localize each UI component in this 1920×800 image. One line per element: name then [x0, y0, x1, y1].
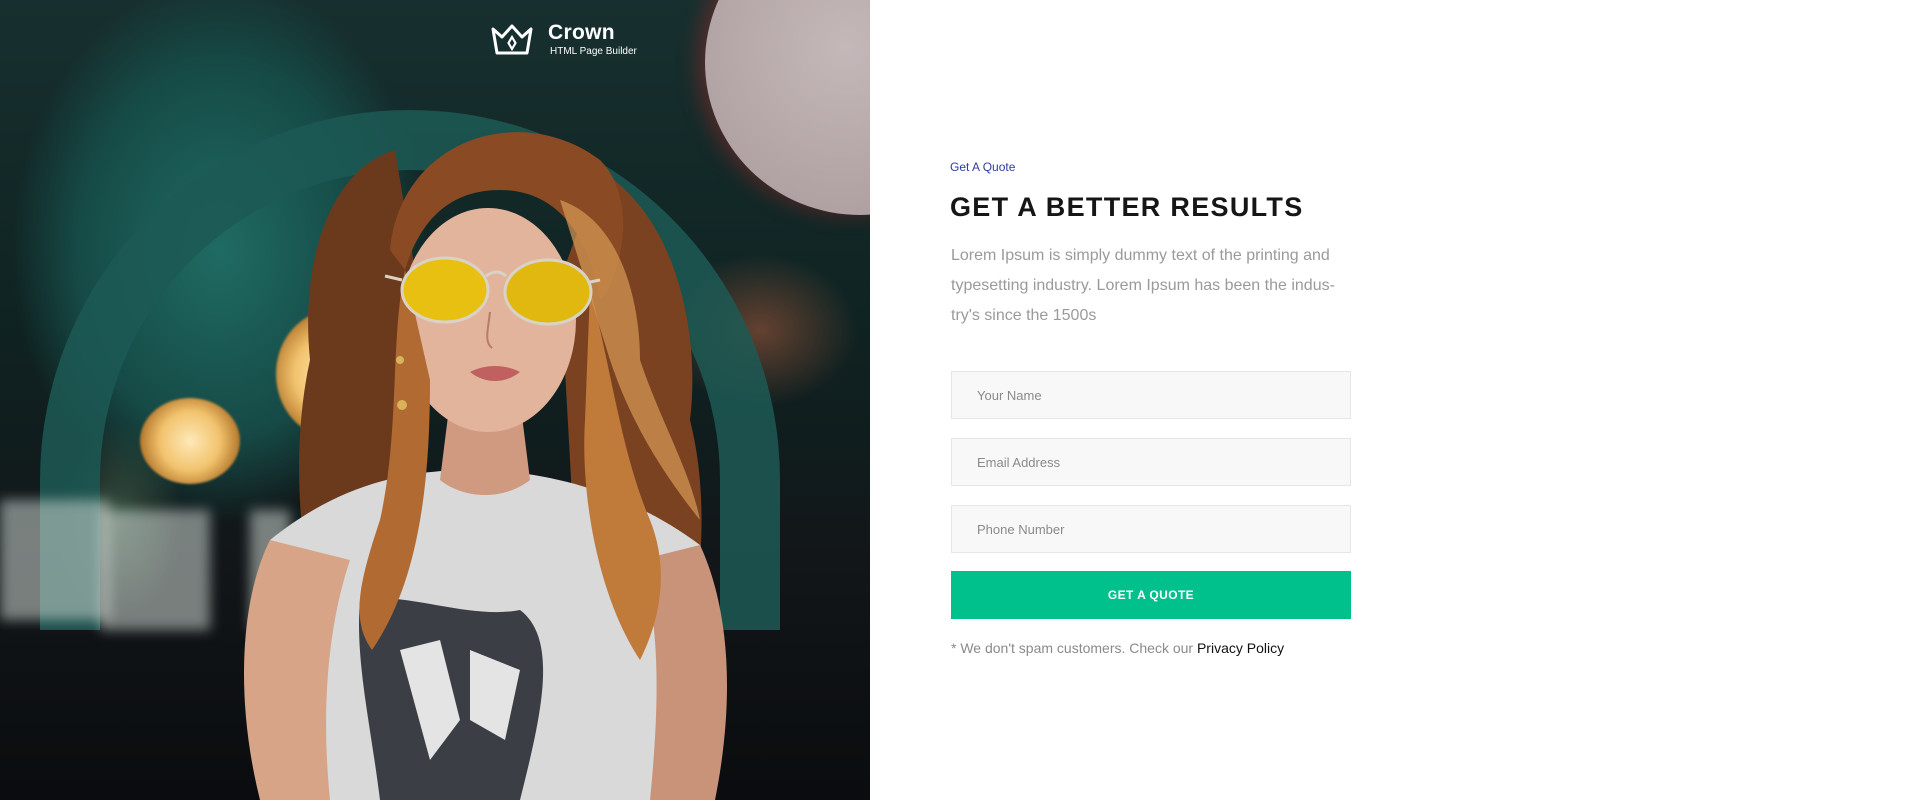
- crown-icon: [491, 24, 533, 55]
- hero-photo: Crown HTML Page Builder: [0, 0, 870, 800]
- privacy-policy-link[interactable]: Privacy Policy: [1197, 640, 1284, 656]
- spam-note: * We don't spam customers. Check our Pri…: [950, 640, 1350, 656]
- section-title: GET A BETTER RESULTS: [950, 192, 1304, 222]
- get-quote-button[interactable]: GET A QUOTE: [951, 571, 1351, 619]
- spam-note-text: * We don't spam customers. Check our: [951, 640, 1197, 656]
- quote-page: Crown HTML Page Builder Get A Quote GET …: [0, 0, 1920, 800]
- quote-section: Get A Quote GET A BETTER RESULTS Lorem I…: [950, 160, 1351, 656]
- quote-form: GET A QUOTE: [950, 371, 1351, 619]
- section-description: Lorem Ipsum is simply dummy text of the …: [951, 247, 1335, 324]
- section-eyebrow: Get A Quote: [950, 160, 1016, 174]
- phone-field[interactable]: [951, 505, 1351, 553]
- name-field[interactable]: [951, 371, 1351, 419]
- brand-tagline: HTML Page Builder: [550, 46, 637, 57]
- brand-logo[interactable]: Crown HTML Page Builder: [490, 22, 637, 58]
- woman-figure-illustration: [243, 132, 727, 800]
- brand-name: Crown: [548, 21, 615, 44]
- email-field[interactable]: [951, 438, 1351, 486]
